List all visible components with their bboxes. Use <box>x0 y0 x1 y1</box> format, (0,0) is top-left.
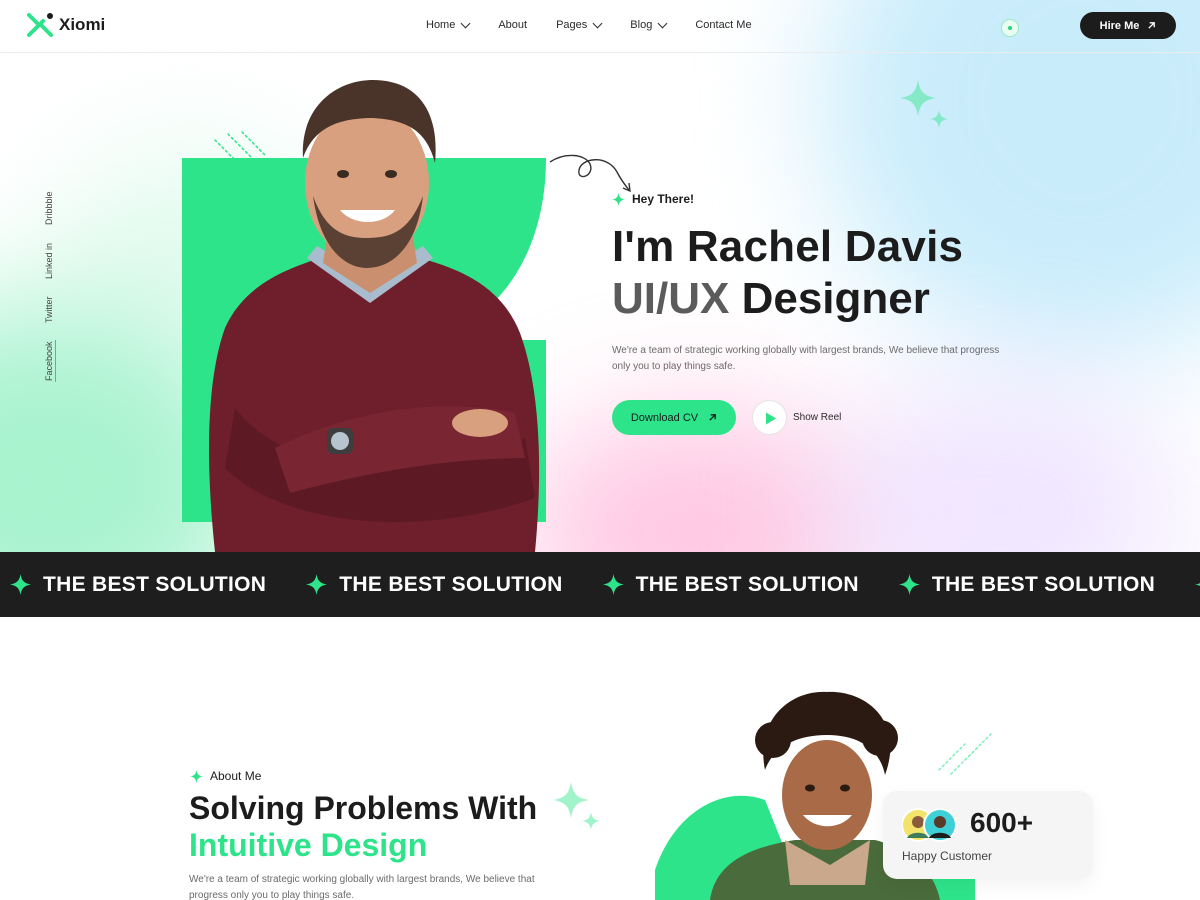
nav-item-label: Pages <box>556 19 588 31</box>
nav-item-home[interactable]: Home <box>426 18 471 31</box>
marquee-banner: THE BEST SOLUTION THE BEST SOLUTION THE … <box>0 552 1200 617</box>
menu-dot-button[interactable] <box>1001 19 1019 37</box>
arrow-up-right-icon <box>709 414 716 421</box>
nav-item-label: Contact Me <box>695 19 752 31</box>
hero-portrait-image <box>209 80 540 552</box>
hire-me-button[interactable]: Hire Me <box>1080 12 1176 39</box>
star-icon <box>602 574 624 595</box>
social-link-twitter[interactable]: Twitter <box>44 296 54 323</box>
happy-customer-label: Happy Customer <box>902 849 993 863</box>
hero-title-role-dark: Designer <box>741 274 930 323</box>
about-tag: About Me <box>190 769 261 783</box>
nav-item-label: Blog <box>630 19 653 31</box>
hero-description: We're a team of strategic working global… <box>612 345 1000 372</box>
hero-title-role-muted: UI/UX <box>612 274 730 323</box>
about-heading-line1: Solving Problems With <box>189 790 538 826</box>
star-icon <box>306 574 328 595</box>
happy-customer-card: 600+ Happy Customer <box>883 791 1093 879</box>
sparkle-icon <box>553 782 600 830</box>
hero-greeting-text: Hey There! <box>632 192 695 206</box>
hire-me-label: Hire Me <box>1099 19 1140 32</box>
site-header: Xiomi Home About Pages Blog Contact Me H… <box>0 0 1200 53</box>
star-icon <box>190 769 203 783</box>
customer-avatars <box>902 808 957 842</box>
download-cv-label: Download CV <box>630 411 699 424</box>
marquee-text: THE BEST SOLUTION <box>43 572 267 596</box>
marquee-text: THE BEST SOLUTION <box>931 572 1156 596</box>
download-cv-button[interactable]: Download CV <box>612 400 736 435</box>
nav-item-label: About <box>498 19 528 31</box>
hero-title-name: I'm Rachel Davis <box>612 222 964 271</box>
show-reel-link[interactable]: Show Reel <box>793 412 841 423</box>
marquee-text: THE BEST SOLUTION <box>635 572 859 596</box>
nav-item-pages[interactable]: Pages <box>556 18 603 31</box>
star-icon <box>10 574 31 595</box>
arrow-up-right-icon <box>1148 22 1156 29</box>
logo-text: Xiomi <box>59 15 106 34</box>
marquee-item: THE BEST SOLUTION <box>306 573 562 597</box>
hero-section: Hey There! I'm Rachel Davis UI/UX Design… <box>0 0 1200 552</box>
star-icon <box>1195 583 1200 586</box>
hero-title-role: UI/UX Designer <box>612 274 930 324</box>
social-link-linkedin[interactable]: Linked in <box>44 243 54 279</box>
hero-greeting: Hey There! <box>612 192 694 206</box>
background-glow-violet <box>820 380 1180 552</box>
social-links: Facebook Twitter Linked in Dribbble <box>40 185 60 385</box>
chevron-down-icon <box>657 18 668 28</box>
marquee-text: THE BEST SOLUTION <box>339 572 563 596</box>
nav-item-contact[interactable]: Contact Me <box>695 19 751 31</box>
about-heading-line2: Intuitive Design <box>189 827 428 863</box>
chevron-down-icon <box>592 18 603 28</box>
about-tag-text: About Me <box>210 769 262 783</box>
logo-icon <box>27 13 53 37</box>
marquee-item: THE BEST SOLUTION <box>1195 573 1200 597</box>
nav-item-blog[interactable]: Blog <box>630 18 668 31</box>
marquee-item: THE BEST SOLUTION <box>10 573 266 597</box>
sparkle-icon <box>900 80 948 128</box>
social-active-indicator <box>55 340 56 382</box>
chevron-down-icon <box>460 18 471 28</box>
show-reel-play-button[interactable] <box>752 400 787 435</box>
page: Hey There! I'm Rachel Davis UI/UX Design… <box>0 0 1200 900</box>
star-icon <box>612 192 625 206</box>
about-description: We're a team of strategic working global… <box>189 874 535 900</box>
curly-arrow-decoration <box>549 154 631 193</box>
main-nav: Home About Pages Blog Contact Me <box>426 18 752 31</box>
happy-customer-count: 600+ <box>970 807 1034 838</box>
social-link-dribbble[interactable]: Dribbble <box>44 191 54 225</box>
nav-item-about[interactable]: About <box>498 19 527 31</box>
star-icon <box>898 574 920 595</box>
marquee-item: THE BEST SOLUTION <box>898 572 1156 597</box>
marquee-track: THE BEST SOLUTION THE BEST SOLUTION THE … <box>10 552 1200 617</box>
social-link-facebook[interactable]: Facebook <box>44 341 54 381</box>
marquee-item: THE BEST SOLUTION <box>602 572 859 597</box>
logo[interactable]: Xiomi <box>27 11 105 39</box>
play-icon <box>766 412 776 425</box>
nav-item-label: Home <box>426 19 456 31</box>
